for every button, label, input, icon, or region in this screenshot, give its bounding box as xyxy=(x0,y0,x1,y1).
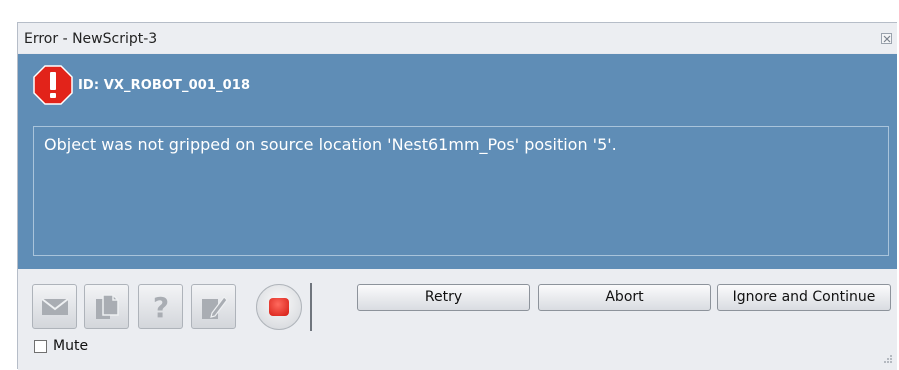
error-dialog: Error - NewScript-3 ID: VX_ROBOT_001_018… xyxy=(17,22,897,370)
mute-checkbox[interactable] xyxy=(34,340,47,353)
stop-button[interactable] xyxy=(256,284,302,330)
error-message: Object was not gripped on source locatio… xyxy=(44,135,617,154)
abort-button[interactable]: Abort xyxy=(538,284,711,311)
ignore-and-continue-button[interactable]: Ignore and Continue xyxy=(717,284,891,311)
retry-button[interactable]: Retry xyxy=(357,284,530,311)
window-title: Error - NewScript-3 xyxy=(24,31,158,47)
help-button[interactable]: ? xyxy=(138,284,183,329)
error-octagon-icon xyxy=(33,65,73,105)
dialog-footer: ? Retry Abort Ignore and Continue Mute xyxy=(18,269,897,370)
error-message-box: Object was not gripped on source locatio… xyxy=(33,126,889,256)
edit-icon xyxy=(201,295,228,319)
copy-icon xyxy=(95,293,119,319)
title-bar[interactable]: Error - NewScript-3 xyxy=(18,23,897,53)
mute-label: Mute xyxy=(53,338,89,354)
close-icon xyxy=(883,35,891,43)
close-button[interactable] xyxy=(881,33,892,44)
help-icon: ? xyxy=(152,292,168,322)
toolbar-divider xyxy=(310,283,312,331)
email-button[interactable] xyxy=(32,284,77,329)
error-id: ID: VX_ROBOT_001_018 xyxy=(78,78,251,93)
stop-icon xyxy=(269,298,289,316)
mail-icon xyxy=(40,297,69,315)
copy-button[interactable] xyxy=(84,284,129,329)
svg-text:?: ? xyxy=(152,292,168,322)
error-panel: ID: VX_ROBOT_001_018 Object was not grip… xyxy=(18,54,897,269)
resize-grip-icon[interactable] xyxy=(881,354,893,366)
edit-button[interactable] xyxy=(191,284,236,329)
